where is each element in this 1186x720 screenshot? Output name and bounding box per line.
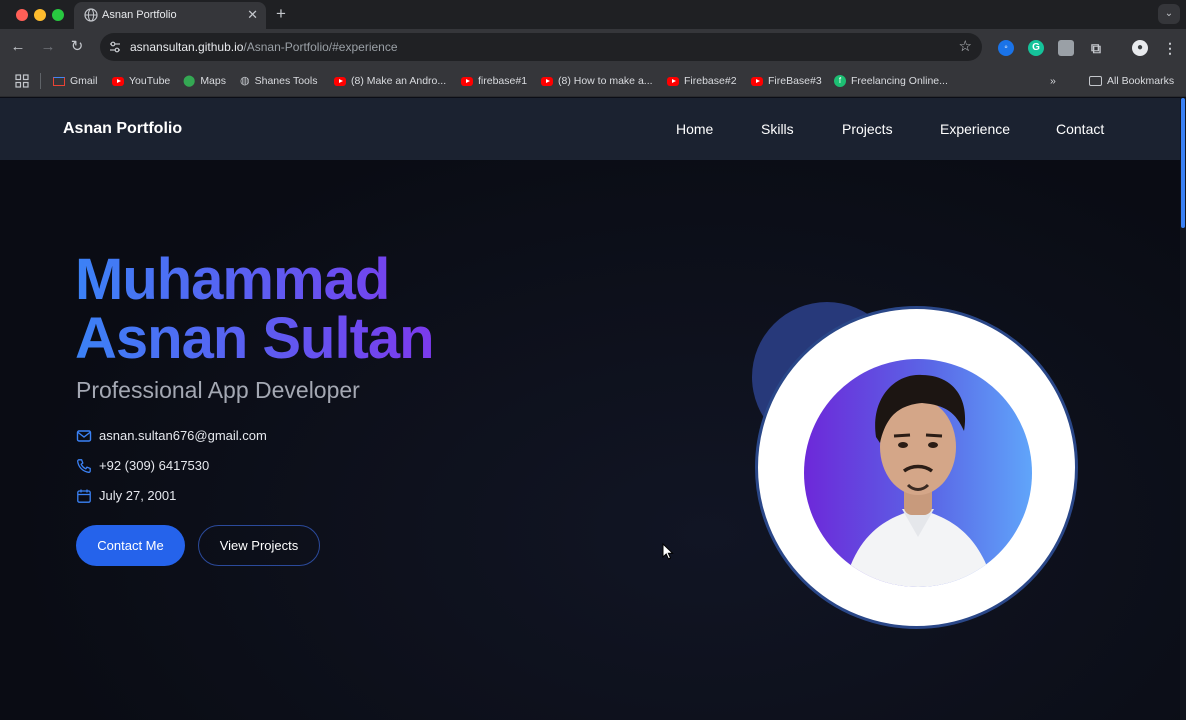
new-tab-button[interactable]: + [276,4,286,24]
nav-link-contact[interactable]: Contact [1056,121,1104,137]
bookmark-firebase-3[interactable]: FireBase#3 [751,73,822,89]
mail-icon [76,430,92,442]
extensions-puzzle-icon[interactable]: ⧉ [1088,40,1104,56]
tab-search-button[interactable]: ⌄ [1158,4,1180,24]
youtube-icon [112,76,124,86]
tab-title: Asnan Portfolio [102,9,177,21]
nav-link-skills[interactable]: Skills [761,121,794,137]
extension-blue-icon[interactable]: ◦ [998,40,1014,56]
person-portrait-icon [844,374,994,587]
site-settings-icon[interactable] [108,40,122,54]
maps-icon: ⬤ [183,75,196,88]
browser-menu-icon[interactable]: ⋮ [1162,40,1178,56]
reload-button[interactable]: ↻ [67,37,87,57]
browser-toolbar: ← → ↻ asnansultan.github.io/Asnan-Portfo… [0,29,1186,65]
url-text: asnansultan.github.io/Asnan-Portfolio/#e… [130,40,398,54]
back-button[interactable]: ← [8,37,28,57]
globe-icon [84,8,98,22]
site-navbar: Asnan Portfolio Home Skills Projects Exp… [0,98,1180,160]
youtube-icon [334,76,346,86]
dob-text: July 27, 2001 [99,488,177,503]
nav-link-projects[interactable]: Projects [842,121,893,137]
close-window-button[interactable] [16,9,28,21]
bookmark-how-to-make[interactable]: (8) How to make a... [541,73,653,89]
bookmark-star-icon[interactable]: ☆ [959,37,972,55]
contact-me-button[interactable]: Contact Me [76,525,185,566]
nav-link-home[interactable]: Home [676,121,713,137]
nav-link-experience[interactable]: Experience [940,121,1010,137]
phone-icon [77,459,91,473]
apps-grid-icon[interactable] [15,74,29,88]
browser-tabstrip: Asnan Portfolio ✕ + ⌄ [0,0,1186,29]
bookmark-make-android[interactable]: (8) Make an Andro... [334,73,446,89]
grammarly-icon[interactable]: G [1028,40,1044,56]
bookmark-freelancing[interactable]: f Freelancing Online... [834,73,948,89]
bookmark-gmail[interactable]: Gmail [53,73,97,89]
minimize-window-button[interactable] [34,9,46,21]
profile-avatar[interactable]: ● [1132,40,1148,56]
hero-role: Professional App Developer [76,377,360,403]
forward-button[interactable]: → [38,37,58,57]
hero-name-line1: Muhammad [75,247,390,312]
youtube-icon [751,76,763,86]
bookmarks-overflow-icon[interactable]: » [1050,73,1056,89]
hero-name: Muhammad Asnan Sultan [75,250,434,368]
profile-photo-frame [755,306,1078,629]
bookmark-youtube[interactable]: YouTube [112,73,170,89]
extension-gray-icon[interactable] [1058,40,1074,56]
youtube-icon [541,76,553,86]
bookmark-shanes-tools[interactable]: ◍ Shanes Tools [240,73,317,89]
phone-text: +92 (309) 6417530 [99,458,210,473]
globe-icon: ◍ [240,75,250,88]
folder-icon [1089,76,1102,87]
green-f-icon: f [834,75,846,88]
bookmark-firebase-1[interactable]: firebase#1 [461,73,527,89]
gmail-icon [53,76,65,86]
hero-name-line2: Asnan Sultan [75,306,434,371]
youtube-icon [667,76,679,86]
bookmark-maps[interactable]: ⬤ Maps [183,73,226,89]
maximize-window-button[interactable] [52,9,64,21]
email-text: asnan.sultan676@gmail.com [99,428,267,443]
youtube-icon [461,76,473,86]
mouse-cursor-icon [662,543,674,560]
calendar-icon [77,489,91,503]
bookmarks-separator [40,73,41,89]
site-brand[interactable]: Asnan Portfolio [63,120,182,138]
profile-photo [804,359,1032,587]
bookmark-firebase-2[interactable]: Firebase#2 [667,73,737,89]
browser-tab-active[interactable]: Asnan Portfolio ✕ [74,2,266,29]
address-bar[interactable]: asnansultan.github.io/Asnan-Portfolio/#e… [100,33,982,61]
close-tab-icon[interactable]: ✕ [247,7,258,23]
all-bookmarks-folder[interactable]: All Bookmarks [1089,73,1174,89]
web-page: Asnan Portfolio Home Skills Projects Exp… [0,98,1180,720]
view-projects-button[interactable]: View Projects [198,525,320,566]
bookmarks-bar: Gmail YouTube ⬤ Maps ◍ Shanes Tools (8) Ma… [0,65,1186,97]
page-scrollbar-thumb[interactable] [1181,98,1185,228]
